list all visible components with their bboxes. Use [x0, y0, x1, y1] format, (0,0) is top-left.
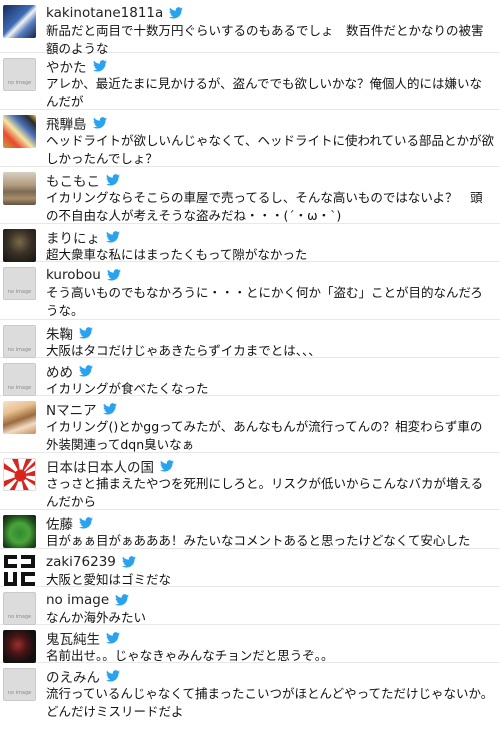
avatar[interactable]: no image	[3, 267, 36, 300]
user-name[interactable]: kakinotane1811a	[46, 5, 163, 21]
twitter-bird-icon[interactable]	[79, 365, 93, 377]
no-image-label: no image	[7, 385, 32, 391]
twitter-bird-icon[interactable]	[79, 517, 93, 529]
comment-item: もこもこ イカリングならそこらの車屋で売ってるし、そんな高いものではないよ？ 頭…	[0, 167, 500, 224]
no-image-label: no image	[7, 614, 32, 620]
user-name[interactable]: 日本は日本人の国	[46, 456, 154, 476]
no-image-label: no image	[7, 80, 32, 86]
comment-text: ヘッドライトが欲しいんじゃなくて、ヘッドライトに使われている部品とかが欲しかった…	[46, 133, 495, 166]
comment-item: no image 朱鞠 大阪はタコだけじゃあきたらずイカまでとは、、、	[0, 320, 500, 358]
user-name[interactable]: no image	[46, 592, 109, 608]
comment-text: そう高いものでもなかろうに・・・とにかく何か「盗む」ことが目的なんだろうな。	[46, 285, 483, 318]
twitter-bird-icon[interactable]	[106, 174, 120, 186]
comment-item: no image no image なんか海外みたい	[0, 587, 500, 625]
comment-text: アレか、最近たまに見かけるが、盗んででも欲しいかな？俺個人的には嫌いなんだが	[46, 76, 483, 109]
twitter-bird-icon[interactable]	[92, 60, 107, 72]
user-name[interactable]: 佐藤	[46, 513, 73, 533]
no-image-label: no image	[7, 690, 32, 696]
comment-text: さっさと捕まえたやつを死刑にしろと。リスクが低いからこんなバカが増えるんだから	[46, 476, 484, 509]
avatar[interactable]: no image	[3, 58, 36, 91]
comment-feed: kakinotane1811a 新品だと両目で十数万円ぐらいするのもあるでしょ …	[0, 0, 500, 737]
comment-item: 飛騨島 ヘッドライトが欲しいんじゃなくて、ヘッドライトに使われている部品とかが欲…	[0, 110, 500, 167]
no-image-label: no image	[7, 289, 32, 295]
twitter-bird-icon[interactable]	[102, 403, 117, 415]
comment-item: zaki76239 大阪と愛知はゴミだな	[0, 549, 500, 587]
twitter-bird-icon[interactable]	[115, 594, 130, 606]
twitter-bird-icon[interactable]	[106, 670, 120, 682]
avatar[interactable]	[3, 172, 36, 205]
avatar[interactable]	[3, 115, 36, 148]
user-name[interactable]: やかた	[46, 56, 87, 76]
twitter-bird-icon[interactable]	[79, 327, 93, 339]
user-name[interactable]: めめ	[46, 361, 73, 381]
no-image-label: no image	[7, 347, 32, 353]
comment-item: 日本は日本人の国 さっさと捕まえたやつを死刑にしろと。リスクが低いからこんなバカ…	[0, 453, 500, 510]
twitter-bird-icon[interactable]	[92, 117, 107, 129]
avatar[interactable]	[3, 458, 36, 491]
black-white-logo-icon	[3, 554, 36, 587]
avatar[interactable]	[3, 630, 36, 663]
twitter-bird-icon[interactable]	[106, 269, 121, 281]
user-name[interactable]: zaki76239	[46, 554, 116, 570]
comment-item: no image やかた アレか、最近たまに見かけるが、盗んででも欲しいかな？俺…	[0, 53, 500, 110]
comment-item: no image めめ イカリングが食べたくなった	[0, 358, 500, 396]
avatar[interactable]	[3, 515, 36, 548]
avatar[interactable]: no image	[3, 668, 36, 701]
comment-text: 流行っているんじゃなくて捕まったこいつがほとんどやってただけじゃないか。どんだけ…	[46, 686, 494, 719]
rising-sun-flag-icon	[4, 459, 35, 490]
user-name[interactable]: Nマニア	[46, 399, 97, 419]
user-name[interactable]: 鬼瓦純生	[46, 628, 100, 648]
comment-item: no image のえみん 流行っているんじゃなくて捕まったこいつがほとんどやっ…	[0, 663, 500, 719]
user-name[interactable]: のえみん	[46, 666, 100, 686]
comment-item: まりにょ 超大衆車な私にはまったくもって隙がなかった	[0, 224, 500, 262]
avatar[interactable]	[3, 5, 36, 38]
twitter-bird-icon[interactable]	[169, 7, 184, 19]
comment-text: イカリング()とかggってみたが、あんなもんが流行ってんの？相変わらず車の外装関…	[46, 419, 483, 452]
user-name[interactable]: 飛騨島	[46, 113, 87, 133]
avatar[interactable]	[3, 554, 36, 587]
comment-item: 佐藤 目がぁぁ目がぁあああ！みたいなコメントあると思ったけどなくて安心した	[0, 510, 500, 549]
user-name[interactable]: 朱鞠	[46, 323, 73, 343]
twitter-bird-icon[interactable]	[106, 231, 120, 243]
twitter-bird-icon[interactable]	[106, 632, 120, 644]
comment-item: Nマニア イカリング()とかggってみたが、あんなもんが流行ってんの？相変わらず…	[0, 396, 500, 453]
user-name[interactable]: もこもこ	[46, 170, 100, 190]
avatar[interactable]	[3, 401, 36, 434]
avatar[interactable]	[3, 229, 36, 262]
comment-item: 鬼瓦純生 名前出せ。。じゃなきゃみんなチョンだと思うぞ。。	[0, 625, 500, 663]
avatar[interactable]: no image	[3, 325, 36, 358]
user-name[interactable]: kurobou	[46, 267, 101, 283]
comment-item: no image kurobou そう高いものでもなかろうに・・・とにかく何か「…	[0, 262, 500, 320]
comment-text: 目がぁぁ目がぁあああ！みたいなコメントあると思ったけどなくて安心した	[46, 533, 471, 548]
avatar[interactable]: no image	[3, 363, 36, 396]
comment-item: kakinotane1811a 新品だと両目で十数万円ぐらいするのもあるでしょ …	[0, 0, 500, 56]
comment-text: イカリングならそこらの車屋で売ってるし、そんな高いものではないよ？ 頭の不自由な…	[46, 190, 483, 223]
twitter-bird-icon[interactable]	[160, 460, 174, 472]
avatar[interactable]: no image	[3, 592, 36, 625]
twitter-bird-icon[interactable]	[121, 556, 136, 568]
user-name[interactable]: まりにょ	[46, 227, 100, 247]
